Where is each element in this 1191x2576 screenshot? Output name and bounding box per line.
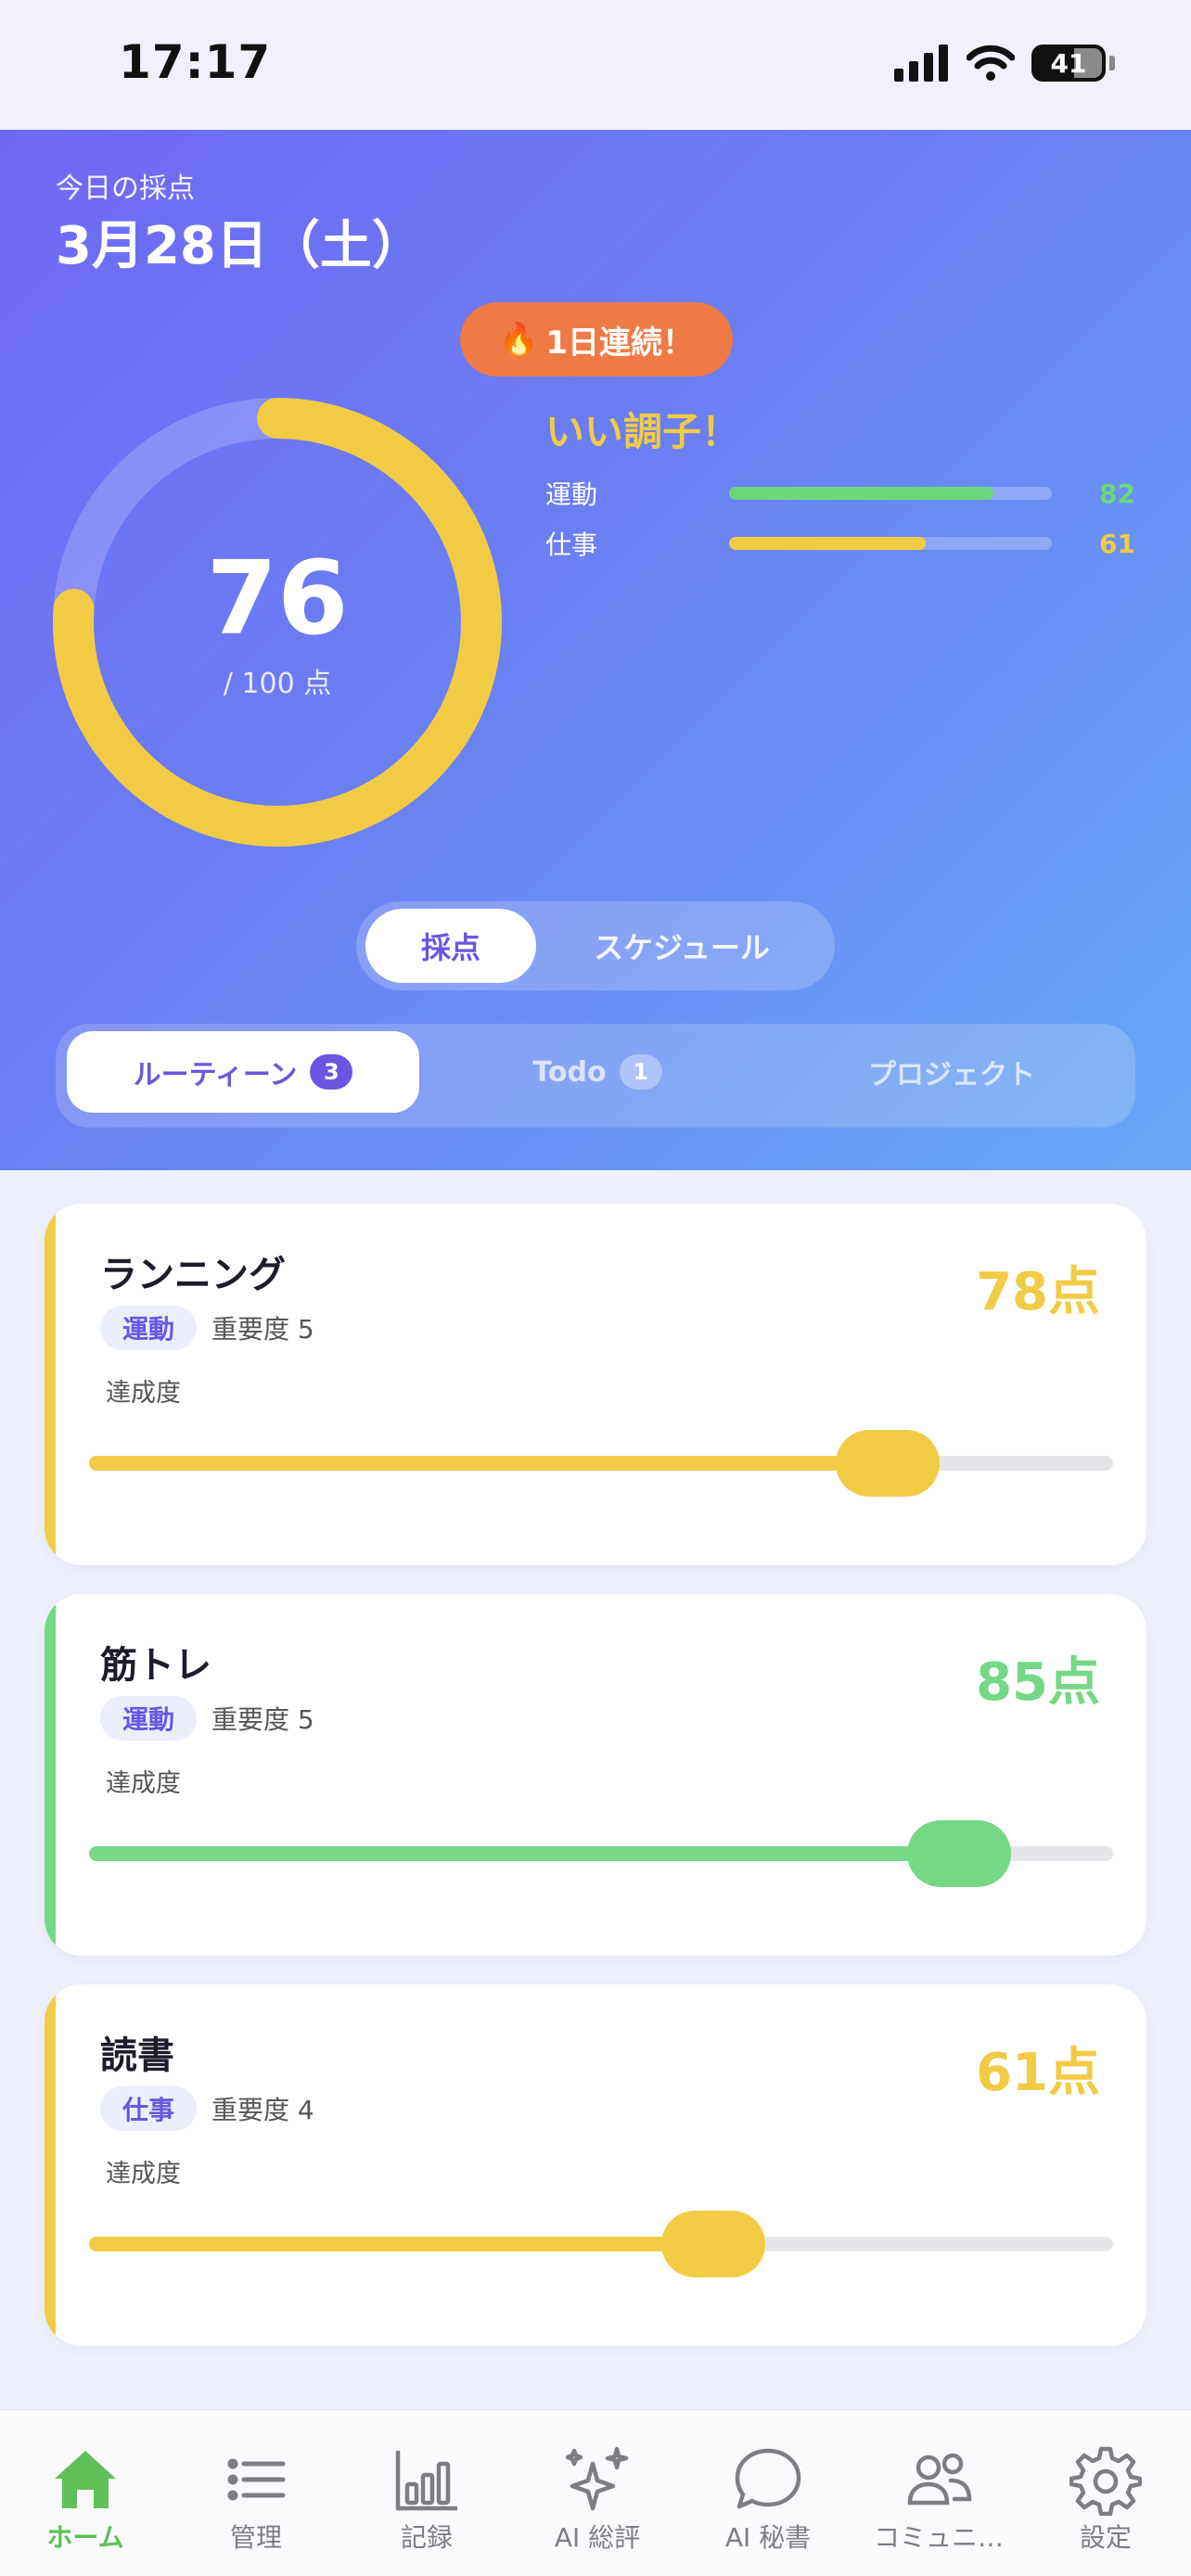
mood-text: いい調子！ [545, 409, 741, 454]
category-name: 運動 [545, 479, 598, 510]
slider-thumb[interactable] [907, 1820, 1012, 1887]
achievement-label: 達成度 [106, 1769, 181, 1798]
achievement-slider[interactable] [89, 2211, 1113, 2277]
importance-label: 重要度 4 [211, 2095, 314, 2125]
tab-routine[interactable]: ルーティーン 3 [67, 1031, 419, 1113]
date-title: 3月28日（土） [56, 216, 424, 276]
routine-card: ランニング 運動 重要度 5 78点 達成度 [45, 1204, 1146, 1565]
chat-bubble-icon [735, 2448, 801, 2509]
wifi-icon [967, 45, 1015, 81]
battery-level: 41 [1050, 47, 1087, 79]
status-bar: 17:17 41 [0, 0, 1191, 130]
streak-text: 1日連続！ [545, 324, 694, 362]
card-title: ランニング [100, 1254, 286, 1296]
sparkles-icon [565, 2446, 629, 2511]
score-max: / 100 点 [223, 668, 332, 700]
tab-project[interactable]: プロジェクト [775, 1031, 1128, 1113]
achievement-label: 達成度 [106, 2160, 181, 2188]
score-header: 今日の採点 3月28日（土） 🔥 1日連続！ 76 / 100 点 いい調子！ … [0, 130, 1191, 1170]
slider-fill [89, 1846, 960, 1861]
segment-scoring[interactable]: 採点 [365, 909, 536, 983]
tab-label: プロジェクト [868, 1059, 1035, 1091]
card-score: 61点 [976, 2043, 1100, 2103]
nav-label: 管理 [229, 2522, 282, 2553]
nav-label: ホーム [46, 2522, 124, 2553]
card-accent [45, 1984, 56, 2346]
signal-icon [894, 45, 948, 82]
category-tag: 仕事 [100, 2086, 198, 2131]
slider-thumb[interactable] [836, 1430, 941, 1497]
slider-fill [89, 2237, 714, 2251]
card-accent [45, 1204, 56, 1565]
tab-count-badge: 1 [619, 1054, 662, 1090]
card-accent [45, 1594, 56, 1956]
nav-home[interactable]: ホーム [0, 2443, 171, 2555]
home-icon [55, 2451, 116, 2508]
nav-label: AI 総評 [554, 2522, 641, 2553]
achievement-label: 達成度 [106, 1379, 181, 1408]
people-icon [907, 2453, 972, 2506]
segment-schedule[interactable]: スケジュール [538, 909, 826, 983]
category-bar [729, 537, 1052, 550]
battery-icon: 41 [1031, 45, 1106, 82]
status-icons: 41 [894, 45, 1115, 82]
tab-count-badge: 3 [310, 1054, 353, 1090]
achievement-slider[interactable] [89, 1430, 1113, 1497]
today-score-label: 今日の採点 [56, 172, 195, 205]
card-title: 筋トレ [100, 1644, 211, 1687]
streak-badge: 🔥 1日連続！ [460, 302, 733, 376]
nav-community[interactable]: コミュニ… [853, 2443, 1024, 2555]
nav-settings[interactable]: 設定 [1020, 2443, 1191, 2555]
tab-label: ルーティーン [133, 1059, 298, 1091]
flame-icon: 🔥 [498, 321, 539, 358]
category-bar-fill [729, 487, 994, 500]
category-row: 仕事 61 [545, 525, 1135, 562]
nav-records[interactable]: 記録 [341, 2443, 512, 2555]
nav-ai-secretary[interactable]: AI 秘書 [683, 2443, 853, 2555]
importance-label: 重要度 5 [211, 1314, 314, 1345]
card-title: 読書 [100, 2034, 174, 2077]
status-time: 17:17 [119, 35, 272, 89]
slider-thumb[interactable] [661, 2211, 766, 2277]
card-score: 85点 [976, 1652, 1100, 1713]
total-score: 76 [206, 539, 349, 657]
task-tabs: ルーティーン 3 Todo 1 プロジェクト [56, 1024, 1135, 1128]
card-score: 78点 [976, 1262, 1100, 1322]
importance-label: 重要度 5 [211, 1704, 314, 1735]
achievement-slider[interactable] [89, 1820, 1113, 1887]
list-icon [227, 2458, 286, 2501]
category-value: 82 [1099, 478, 1135, 509]
nav-label: 設定 [1079, 2522, 1132, 2553]
bottom-tab-bar: ホーム 管理 記録 AI 総評 AI 秘書 コミュニ… 設定 [0, 2409, 1191, 2576]
nav-ai-review[interactable]: AI 総評 [512, 2443, 683, 2555]
category-value: 61 [1099, 528, 1135, 559]
routine-card: 読書 仕事 重要度 4 61点 達成度 [45, 1984, 1146, 2346]
tab-label: Todo [532, 1055, 607, 1089]
slider-fill [89, 1456, 889, 1471]
category-name: 仕事 [545, 529, 598, 560]
category-bar [729, 487, 1052, 500]
tab-todo[interactable]: Todo 1 [421, 1031, 774, 1113]
category-tag: 運動 [100, 1696, 198, 1741]
nav-label: 記録 [400, 2522, 453, 2553]
view-segmented-control: 採点 スケジュール [356, 901, 835, 990]
bar-chart-icon [395, 2451, 457, 2511]
gear-icon [1069, 2446, 1142, 2516]
category-row: 運動 82 [545, 475, 1135, 512]
nav-label: AI 秘書 [724, 2522, 812, 2553]
nav-manage[interactable]: 管理 [171, 2443, 341, 2555]
category-tag: 運動 [100, 1306, 198, 1350]
nav-label: コミュニ… [873, 2522, 1004, 2553]
routine-card: 筋トレ 運動 重要度 5 85点 達成度 [45, 1594, 1146, 1956]
category-bar-fill [729, 537, 927, 550]
